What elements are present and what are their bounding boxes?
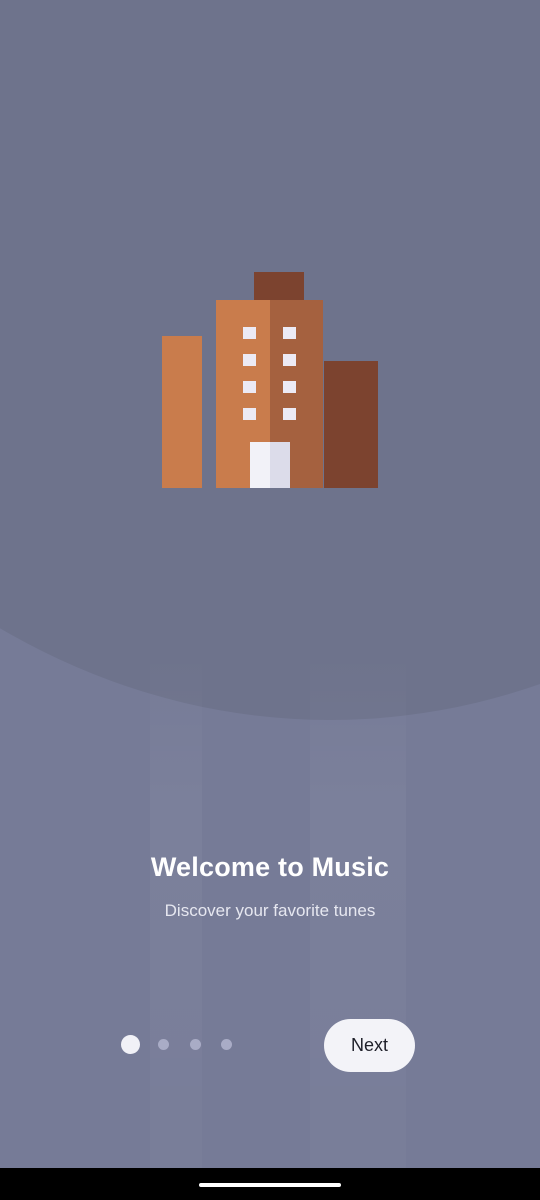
onboarding-title: Welcome to Music [150, 852, 390, 882]
onboarding-subtitle: Discover your favorite tunes [164, 901, 376, 920]
page-dot-active[interactable] [121, 1035, 140, 1054]
home-indicator[interactable] [199, 1183, 341, 1187]
system-navigation-bar [0, 1168, 540, 1200]
page-indicator [121, 1035, 241, 1055]
next-button[interactable]: Next [324, 1019, 415, 1072]
page-dot[interactable] [158, 1039, 169, 1050]
onboarding-screen: Welcome to Music Discover your favorite … [0, 0, 540, 1200]
page-dot[interactable] [190, 1039, 201, 1050]
page-dot[interactable] [221, 1039, 232, 1050]
building-icon [150, 262, 390, 502]
